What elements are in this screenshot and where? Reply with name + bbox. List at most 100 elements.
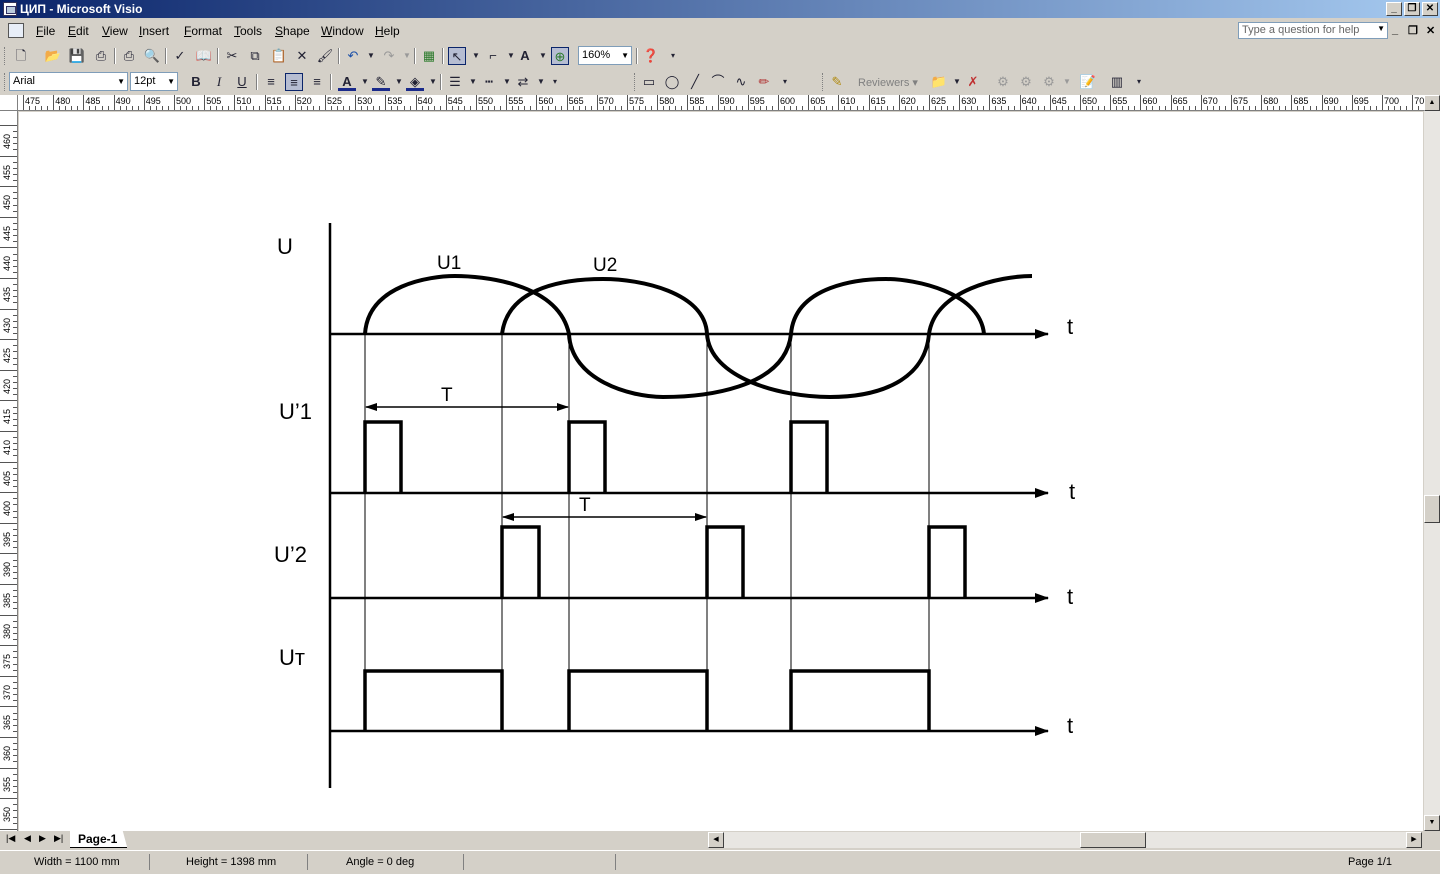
help-dropdown-icon[interactable]: ▼ [1377, 24, 1385, 33]
vertical-scrollbar[interactable]: ▲ ▼ [1424, 95, 1440, 831]
doc-minimize-button[interactable]: _ [1392, 24, 1398, 36]
line-weight-icon[interactable]: ☰ [446, 73, 464, 91]
horizontal-ruler[interactable]: 475 480 485 490 495 500 505 510 515 520 525 530 535 5… [18, 95, 1424, 111]
text-tool-icon[interactable]: A [516, 47, 534, 65]
toolbar-grip[interactable] [822, 73, 825, 91]
track-markup-icon[interactable]: ✎ [828, 73, 846, 91]
menu-help[interactable]: Help [375, 24, 400, 38]
scroll-right-icon[interactable]: ▶ [1406, 832, 1422, 848]
restore-button[interactable]: ❐ [1404, 2, 1420, 16]
cut-icon[interactable]: ✂ [223, 47, 241, 65]
horizontal-scrollbar[interactable]: ◀ ▶ [708, 832, 1422, 848]
italic-button[interactable]: I [210, 73, 228, 91]
save-icon[interactable]: 💾 [68, 47, 86, 65]
reviewers-dropdown[interactable]: Reviewers ▾ [858, 76, 918, 89]
research-icon[interactable]: 📖 [195, 47, 213, 65]
u1p-pulses[interactable] [363, 420, 829, 493]
align-right-icon[interactable]: ≡ [308, 73, 326, 91]
permission-icon[interactable]: ⎙ [92, 47, 110, 65]
prev-page-icon[interactable]: ◀ [24, 833, 31, 844]
menu-edit[interactable]: Edit [68, 24, 89, 38]
format-painter-icon[interactable]: 🖌 [316, 47, 334, 65]
text-dropdown-icon[interactable]: ▼ [534, 47, 552, 65]
ut-pulses[interactable] [363, 669, 931, 731]
line-pattern-icon[interactable]: ┅ [480, 73, 498, 91]
font-combo[interactable]: Arial ▼ [9, 72, 128, 91]
help-icon[interactable]: ❓ [642, 47, 660, 65]
connector-tool-icon[interactable]: ⌐ [484, 47, 502, 65]
align-center-icon[interactable]: ≡ [285, 73, 303, 91]
menu-format[interactable]: Format [184, 24, 222, 38]
pencil-tool-icon[interactable]: ✏ [755, 73, 773, 91]
print-icon[interactable]: ⎙ [120, 47, 138, 65]
paste-icon[interactable]: 📋 [270, 47, 288, 65]
u2p-pulses[interactable] [500, 525, 967, 598]
toolbar-grip[interactable] [4, 47, 7, 65]
pan-zoom-icon[interactable]: ⊕ [551, 47, 569, 65]
doc-restore-button[interactable]: ❐ [1408, 24, 1418, 37]
delete-icon[interactable]: ✕ [293, 47, 311, 65]
toolbar-options-icon[interactable]: ▾ [546, 73, 564, 91]
line-color-icon[interactable]: ✎ [372, 73, 390, 91]
menu-shape[interactable]: Shape [275, 24, 310, 38]
next-markup-icon[interactable]: ⚙ [1017, 73, 1035, 91]
toolbar-options-icon[interactable]: ▾ [664, 47, 682, 65]
drawing-canvas[interactable]: U U1 U2 U’1 U’2 Uт T T t t t t [19, 112, 1423, 831]
bold-button[interactable]: B [187, 73, 205, 91]
scroll-down-icon[interactable]: ▼ [1424, 815, 1440, 831]
reviewing-pane-icon[interactable]: ▥ [1108, 73, 1126, 91]
scroll-left-icon[interactable]: ◀ [708, 832, 724, 848]
new-icon[interactable]: 🗋 [12, 47, 30, 65]
spelling-icon[interactable]: ✓ [171, 47, 189, 65]
underline-button[interactable]: U [233, 73, 251, 91]
pointer-dropdown-icon[interactable]: ▼ [467, 47, 485, 65]
next-page-icon[interactable]: ▶ [39, 833, 46, 844]
print-preview-icon[interactable]: 🔍 [143, 47, 161, 65]
horizontal-scroll-thumb[interactable] [1080, 832, 1146, 848]
rectangle-tool-icon[interactable]: ▭ [640, 73, 658, 91]
menu-window[interactable]: Window [321, 24, 364, 38]
doc-close-button[interactable]: ✕ [1426, 24, 1435, 37]
vertical-scroll-thumb[interactable] [1424, 495, 1440, 523]
redo-icon[interactable]: ↷ [380, 47, 398, 65]
menu-view[interactable]: View [102, 24, 128, 38]
undo-dropdown-icon[interactable]: ▼ [362, 47, 380, 65]
scroll-up-icon[interactable]: ▲ [1424, 95, 1440, 111]
undo-icon[interactable]: ↶ [344, 47, 362, 65]
close-button[interactable]: ✕ [1422, 2, 1438, 16]
open-icon[interactable]: 📂 [44, 47, 62, 65]
menu-insert[interactable]: Insert [139, 24, 169, 38]
toolbar-options-icon[interactable]: ▾ [776, 73, 794, 91]
line-tool-icon[interactable]: ╱ [686, 73, 704, 91]
delete-markup-icon[interactable]: ⚙ [1040, 73, 1058, 91]
ruler-corner[interactable] [0, 95, 18, 111]
delete-markup-dropdown-icon[interactable]: ▼ [1058, 73, 1076, 91]
markup-folder-icon[interactable]: 📁 [930, 73, 948, 91]
font-color-icon[interactable]: A [338, 73, 356, 91]
font-size-combo[interactable]: 12pt ▼ [130, 72, 178, 91]
ink-icon[interactable]: ✗ [964, 73, 982, 91]
help-search-input[interactable]: Type a question for help ▼ [1238, 22, 1388, 39]
ellipse-tool-icon[interactable]: ◯ [663, 73, 681, 91]
visio-app-icon[interactable] [3, 2, 17, 16]
fill-color-icon[interactable]: ◈ [406, 73, 424, 91]
toolbar-grip[interactable] [4, 73, 7, 91]
minimize-button[interactable]: _ [1386, 2, 1402, 16]
edit-comment-icon[interactable]: 📝 [1079, 73, 1097, 91]
arc-tool-icon[interactable]: ⌒ [709, 73, 727, 91]
pointer-tool-icon[interactable]: ↖ [448, 47, 466, 65]
first-page-icon[interactable]: |◀ [6, 833, 15, 844]
previous-markup-icon[interactable]: ⚙ [994, 73, 1012, 91]
zoom-combo[interactable]: 160% ▼ [578, 46, 632, 65]
menu-tools[interactable]: Tools [234, 24, 262, 38]
toolbar-grip[interactable] [634, 73, 637, 91]
line-ends-icon[interactable]: ⇄ [514, 73, 532, 91]
align-left-icon[interactable]: ≡ [262, 73, 280, 91]
document-icon[interactable] [8, 23, 24, 38]
toolbar-options-icon[interactable]: ▾ [1130, 73, 1148, 91]
freeform-tool-icon[interactable]: ∿ [732, 73, 750, 91]
page-tab[interactable]: Page-1 [70, 831, 128, 848]
vertical-ruler[interactable]: 460 455 450 445 440 435 430 425 420 415 410 405 400 3… [0, 111, 18, 831]
last-page-icon[interactable]: ▶| [54, 833, 63, 844]
menu-file[interactable]: File [36, 24, 55, 38]
